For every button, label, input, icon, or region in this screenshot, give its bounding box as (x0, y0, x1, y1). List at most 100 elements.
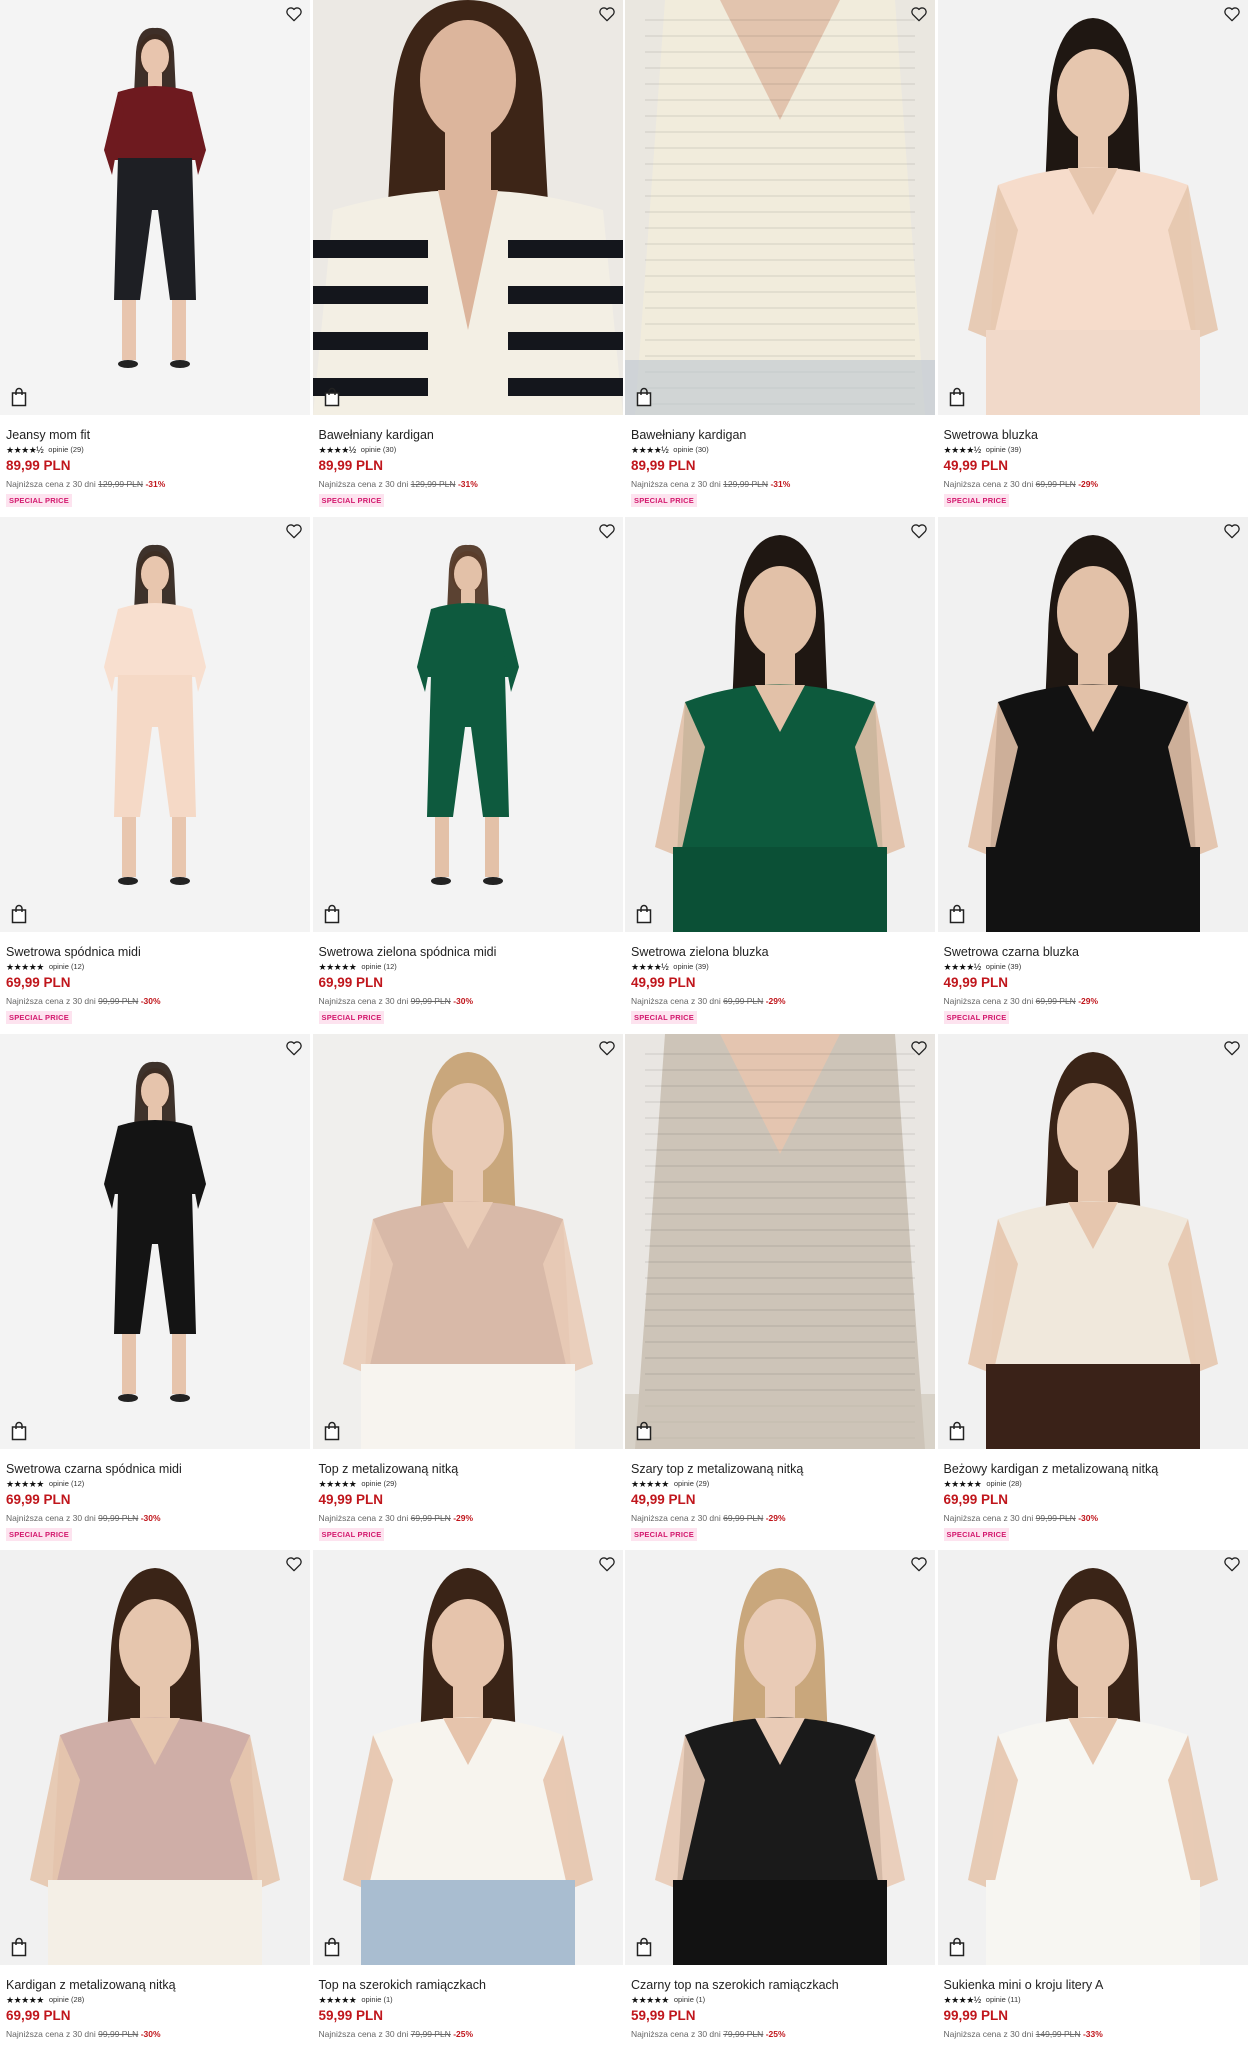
product-card[interactable]: Sukienka mini o kroju litery A ★★★★½ opi… (937, 1550, 1250, 2045)
review-count[interactable]: opinie (1) (361, 1994, 392, 2006)
heart-icon[interactable] (909, 4, 929, 24)
product-name[interactable]: Sukienka mini o kroju litery A (944, 1977, 1250, 1993)
shopping-bag-icon[interactable] (635, 1937, 653, 1957)
review-count[interactable]: opinie (29) (361, 1478, 396, 1490)
shopping-bag-icon[interactable] (323, 387, 341, 407)
heart-icon[interactable] (597, 4, 617, 24)
product-card[interactable]: Swetrowa czarna bluzka ★★★★½ opinie (39)… (937, 516, 1250, 1034)
shopping-bag-icon[interactable] (635, 1421, 653, 1441)
heart-icon[interactable] (597, 1038, 617, 1058)
review-count[interactable]: opinie (12) (49, 961, 84, 973)
shopping-bag-icon[interactable] (948, 904, 966, 924)
product-name[interactable]: Czarny top na szerokich ramiączkach (631, 1977, 938, 1993)
product-name[interactable]: Swetrowa bluzka (944, 427, 1250, 443)
product-image[interactable] (625, 0, 935, 415)
product-image[interactable] (937, 1550, 1248, 1966)
product-name[interactable]: Szary top z metalizowaną nitką (631, 1461, 938, 1477)
product-name[interactable]: Swetrowa spódnica midi (6, 944, 313, 960)
heart-icon[interactable] (1222, 521, 1242, 541)
product-image[interactable] (312, 516, 623, 932)
heart-icon[interactable] (597, 521, 617, 541)
review-count[interactable]: opinie (29) (48, 444, 83, 456)
heart-icon[interactable] (909, 1554, 929, 1574)
old-price: 79,99 PLN (410, 2029, 451, 2040)
product-image[interactable] (937, 516, 1248, 932)
product-image[interactable] (625, 1550, 935, 1966)
heart-icon[interactable] (284, 4, 304, 24)
review-count[interactable]: opinie (39) (673, 961, 708, 973)
product-card[interactable]: Top na szerokich ramiączkach ★★★★★ opini… (312, 1550, 626, 2045)
review-count[interactable]: opinie (30) (673, 444, 708, 456)
product-card[interactable]: Bawełniany kardigan ★★★★½ opinie (30) 89… (625, 0, 938, 517)
product-card[interactable]: Swetrowa czarna spódnica midi ★★★★★ opin… (0, 1033, 313, 1551)
product-image[interactable] (937, 1033, 1248, 1449)
review-count[interactable]: opinie (12) (361, 961, 396, 973)
heart-icon[interactable] (1222, 1554, 1242, 1574)
product-name[interactable]: Kardigan z metalizowaną nitką (6, 1977, 313, 1993)
heart-icon[interactable] (284, 521, 304, 541)
heart-icon[interactable] (909, 521, 929, 541)
shopping-bag-icon[interactable] (10, 904, 28, 924)
product-image[interactable] (312, 0, 623, 415)
review-count[interactable]: opinie (1) (674, 1994, 705, 2006)
product-image[interactable] (312, 1550, 623, 1966)
review-count[interactable]: opinie (28) (986, 1478, 1021, 1490)
shopping-bag-icon[interactable] (948, 387, 966, 407)
heart-icon[interactable] (1222, 4, 1242, 24)
review-count[interactable]: opinie (11) (986, 1994, 1021, 2006)
star-rating-icon: ★★★★★ (631, 1478, 669, 1489)
product-name[interactable]: Swetrowa zielona bluzka (631, 944, 938, 960)
product-name[interactable]: Swetrowa czarna bluzka (944, 944, 1250, 960)
shopping-bag-icon[interactable] (323, 904, 341, 924)
product-image[interactable] (937, 0, 1248, 415)
review-count[interactable]: opinie (39) (986, 961, 1021, 973)
product-image[interactable] (625, 516, 935, 932)
product-card[interactable]: Bawełniany kardigan ★★★★½ opinie (30) 89… (312, 0, 626, 517)
shopping-bag-icon[interactable] (948, 1421, 966, 1441)
heart-icon[interactable] (909, 1038, 929, 1058)
review-count[interactable]: opinie (28) (49, 1994, 84, 2006)
product-card[interactable]: Swetrowa bluzka ★★★★½ opinie (39) 49,99 … (937, 0, 1250, 517)
product-card[interactable]: Beżowy kardigan z metalizowaną nitką ★★★… (937, 1033, 1250, 1551)
review-count[interactable]: opinie (30) (361, 444, 396, 456)
product-card[interactable]: Jeansy mom fit ★★★★½ opinie (29) 89,99 P… (0, 0, 313, 517)
product-image[interactable] (312, 1033, 623, 1449)
shopping-bag-icon[interactable] (323, 1937, 341, 1957)
product-name[interactable]: Bawełniany kardigan (631, 427, 938, 443)
shopping-bag-icon[interactable] (323, 1421, 341, 1441)
heart-icon[interactable] (597, 1554, 617, 1574)
product-card[interactable]: Top z metalizowaną nitką ★★★★★ opinie (2… (312, 1033, 626, 1551)
product-card[interactable]: Czarny top na szerokich ramiączkach ★★★★… (625, 1550, 938, 2045)
product-card[interactable]: Swetrowa zielona spódnica midi ★★★★★ opi… (312, 516, 626, 1034)
review-count[interactable]: opinie (39) (986, 444, 1021, 456)
product-name[interactable]: Beżowy kardigan z metalizowaną nitką (944, 1461, 1250, 1477)
review-count[interactable]: opinie (29) (674, 1478, 709, 1490)
review-count[interactable]: opinie (12) (49, 1478, 84, 1490)
shopping-bag-icon[interactable] (10, 387, 28, 407)
product-image[interactable] (0, 516, 310, 932)
shopping-bag-icon[interactable] (10, 1421, 28, 1441)
product-card[interactable]: Szary top z metalizowaną nitką ★★★★★ opi… (625, 1033, 938, 1551)
shopping-bag-icon[interactable] (635, 904, 653, 924)
heart-icon[interactable] (284, 1038, 304, 1058)
product-name[interactable]: Swetrowa zielona spódnica midi (319, 944, 626, 960)
product-image[interactable] (625, 1033, 935, 1449)
lowest-price-label: Najniższa cena z 30 dni (6, 479, 96, 489)
lowest-price-note: Najniższa cena z 30 dni 69,99 PLN -29% (631, 1512, 938, 1524)
product-name[interactable]: Swetrowa czarna spódnica midi (6, 1461, 313, 1477)
product-card[interactable]: Kardigan z metalizowaną nitką ★★★★★ opin… (0, 1550, 313, 2045)
heart-icon[interactable] (1222, 1038, 1242, 1058)
product-card[interactable]: Swetrowa zielona bluzka ★★★★½ opinie (39… (625, 516, 938, 1034)
heart-icon[interactable] (284, 1554, 304, 1574)
product-name[interactable]: Top z metalizowaną nitką (319, 1461, 626, 1477)
product-card[interactable]: Swetrowa spódnica midi ★★★★★ opinie (12)… (0, 516, 313, 1034)
shopping-bag-icon[interactable] (10, 1937, 28, 1957)
product-image[interactable] (0, 0, 310, 415)
shopping-bag-icon[interactable] (635, 387, 653, 407)
product-image[interactable] (0, 1550, 310, 1966)
product-name[interactable]: Jeansy mom fit (6, 427, 313, 443)
shopping-bag-icon[interactable] (948, 1937, 966, 1957)
product-image[interactable] (0, 1033, 310, 1449)
product-name[interactable]: Bawełniany kardigan (319, 427, 626, 443)
product-name[interactable]: Top na szerokich ramiączkach (319, 1977, 626, 1993)
